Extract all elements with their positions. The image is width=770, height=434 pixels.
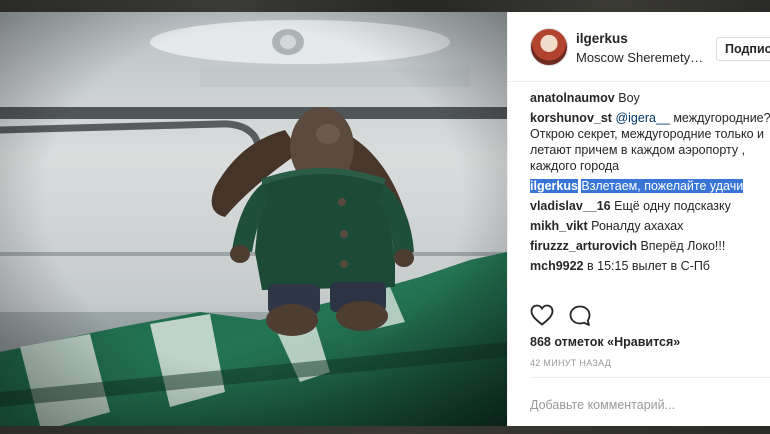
heart-outline-icon[interactable] <box>530 304 554 331</box>
post-side-panel: ilgerkus Moscow Sheremetyevo Internation… <box>507 12 770 426</box>
comment-text: Взлетаем, пожелайте удачи <box>581 179 744 193</box>
comment-user[interactable]: anatolnaumov <box>530 91 615 105</box>
follow-button[interactable]: Подписаться <box>716 37 770 61</box>
comments-list: anatolnaumov Boy korshunov_st @igera__ м… <box>530 90 770 278</box>
comment-text: в 15:15 вылет в С-Пб <box>587 259 710 273</box>
comment-user[interactable]: mch9922 <box>530 259 584 273</box>
comment-user[interactable]: mikh_vikt <box>530 219 588 233</box>
post-actions <box>530 304 610 328</box>
comment-item: anatolnaumov Boy <box>530 90 770 106</box>
divider <box>530 377 770 378</box>
comment-item: ilgerkus Взлетаем, пожелайте удачи <box>530 178 770 194</box>
post-header: ilgerkus Moscow Sheremetyevo Internation… <box>508 12 770 82</box>
comment-mention[interactable]: @igera__ <box>615 111 669 125</box>
comment-item: korshunov_st @igera__ междугородние? Отк… <box>530 110 770 174</box>
post-location[interactable]: Moscow Sheremetyevo International Airpor… <box>576 50 704 65</box>
post-photo[interactable] <box>0 12 507 426</box>
likes-count[interactable]: 868 отметок «Нравится» <box>530 335 680 349</box>
post-username[interactable]: ilgerkus <box>576 31 628 46</box>
comment-text: Ещё одну подсказку <box>614 199 731 213</box>
backdrop-bottom <box>0 426 770 434</box>
comment-text: Роналду ахахах <box>591 219 684 233</box>
comment-text: Вперёд Локо!!! <box>640 239 726 253</box>
comment-text: Boy <box>618 91 640 105</box>
photo-illustration <box>0 12 507 426</box>
add-comment-input[interactable] <box>530 395 760 415</box>
comment-user[interactable]: korshunov_st <box>530 111 612 125</box>
speech-bubble-icon[interactable] <box>568 304 592 333</box>
comment-user[interactable]: vladislav__16 <box>530 199 611 213</box>
comment-item: firuzzz_arturovich Вперёд Локо!!! <box>530 238 770 254</box>
backdrop-top <box>0 0 770 12</box>
comment-item: vladislav__16 Ещё одну подсказку <box>530 198 770 214</box>
comment-user[interactable]: ilgerkus <box>530 179 578 193</box>
comment-item: mch9922 в 15:15 вылет в С-Пб <box>530 258 770 274</box>
post-timestamp[interactable]: 42 МИНУТ НАЗАД <box>530 358 611 368</box>
comment-item: mikh_vikt Роналду ахахах <box>530 218 770 234</box>
comment-user[interactable]: firuzzz_arturovich <box>530 239 637 253</box>
avatar[interactable] <box>530 28 568 66</box>
